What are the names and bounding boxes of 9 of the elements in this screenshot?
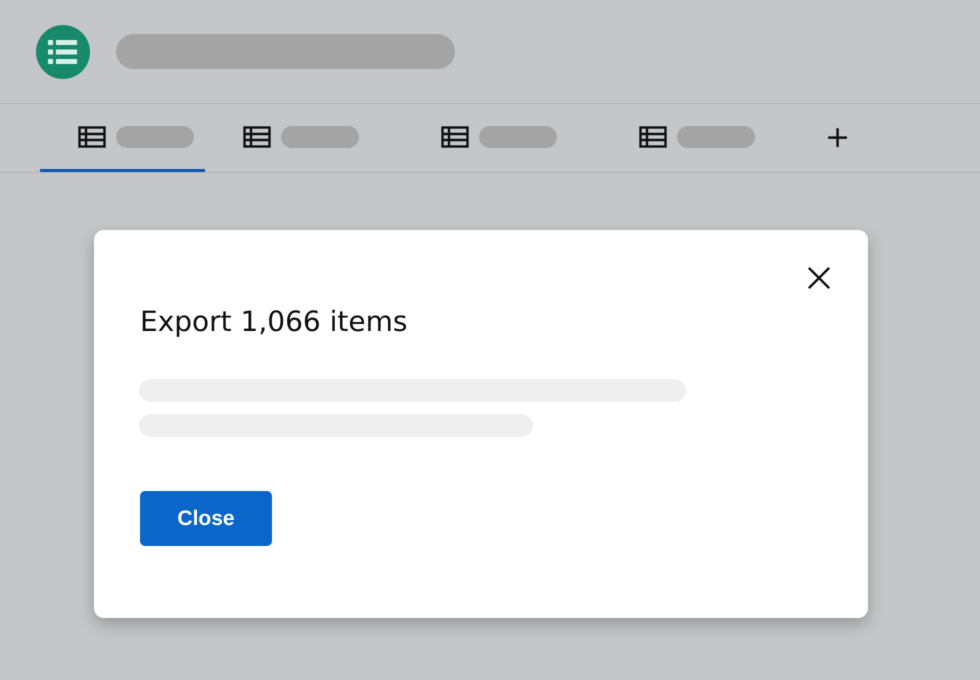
dialog-title: Export 1,066 items bbox=[140, 304, 408, 340]
close-icon[interactable] bbox=[807, 266, 831, 290]
table-icon bbox=[78, 126, 106, 148]
table-icon bbox=[639, 126, 667, 148]
table-icon bbox=[441, 126, 469, 148]
close-button[interactable]: Close bbox=[140, 491, 272, 546]
table-icon bbox=[243, 126, 271, 148]
list-logo-icon bbox=[36, 24, 90, 78]
add-tab-button[interactable]: + bbox=[821, 123, 854, 153]
